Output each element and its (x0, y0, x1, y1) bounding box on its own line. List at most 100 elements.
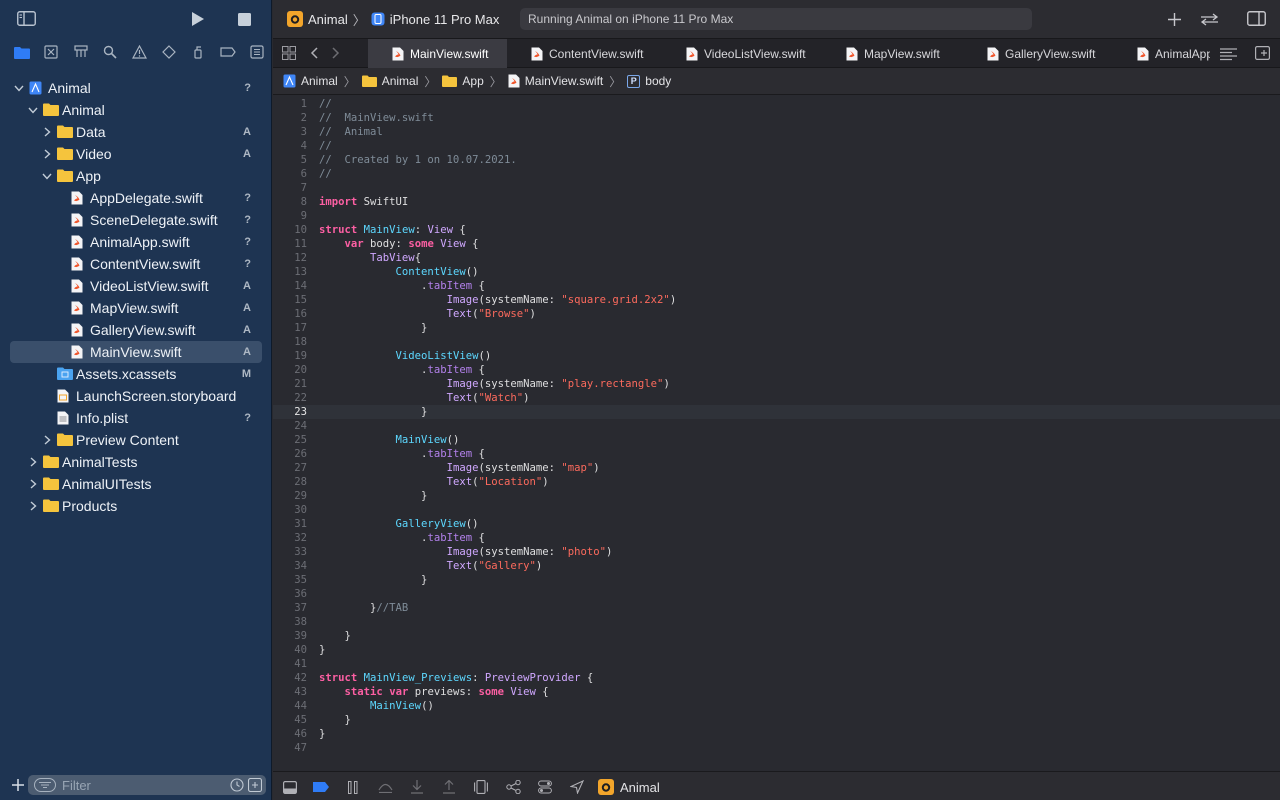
hide-debug-area-icon[interactable] (282, 779, 298, 795)
file-tree-row[interactable]: Data A (0, 121, 272, 143)
add-editor-split-icon[interactable] (1253, 45, 1271, 61)
breadcrumb-file[interactable]: MainView.swift (508, 74, 603, 88)
file-tree-label: Animal (62, 102, 105, 118)
step-out-icon[interactable] (441, 779, 457, 795)
scm-status-badge: ? (244, 82, 251, 94)
code-text: .tabItem { (319, 279, 485, 293)
code-token: import (319, 196, 358, 208)
file-tree-row[interactable]: Preview Content (0, 429, 272, 451)
line-number: 36 (294, 588, 307, 600)
disclosure-chevron-right-icon[interactable] (28, 501, 38, 511)
code-token: Image (446, 546, 479, 558)
add-file-plus-icon[interactable] (10, 777, 26, 793)
breadcrumb-symbol[interactable]: P body (627, 74, 671, 88)
file-tree-row[interactable]: Products (0, 495, 272, 517)
sidebar-toggle-icon[interactable] (16, 10, 36, 26)
debug-process-selector[interactable]: Animal (598, 779, 660, 795)
file-tree-row[interactable]: MapView.swift A (0, 297, 272, 319)
recent-files-clock-icon[interactable] (230, 778, 244, 797)
related-items-grid-icon[interactable] (281, 45, 297, 61)
editor-tab[interactable]: AnimalApp (1113, 39, 1210, 68)
file-tree-row[interactable]: Animal (0, 99, 272, 121)
disclosure-chevron-right-icon[interactable] (42, 435, 52, 445)
folder-icon (57, 125, 73, 139)
editor-tab[interactable]: GalleryView.swift (963, 39, 1113, 68)
filter-input[interactable] (60, 777, 210, 793)
editor-tab[interactable]: ContentView.swift (507, 39, 662, 68)
stop-icon[interactable] (236, 11, 252, 27)
source-control-icon[interactable] (36, 40, 65, 64)
file-tree-row[interactable]: App (0, 165, 272, 187)
test-navigator-diamond-icon[interactable] (154, 40, 183, 64)
breadcrumb-project-label: Animal (301, 74, 338, 88)
source-editor[interactable]: 1 // 2 // MainView.swift 3 // Animal 4 // 5 // Cr… (273, 96, 1280, 770)
disclosure-chevron-down-icon[interactable] (14, 83, 24, 93)
line-number: 20 (294, 364, 307, 376)
file-tree-row[interactable]: AnimalUITests (0, 473, 272, 495)
pause-icon[interactable] (345, 779, 361, 795)
code-token: "map" (561, 462, 594, 474)
inspector-toggle-icon[interactable] (1246, 10, 1266, 26)
code-line: 8 import SwiftUI (273, 195, 1280, 209)
breakpoint-navigator-icon[interactable] (213, 40, 242, 64)
folder-icon (442, 75, 458, 87)
breadcrumb-project[interactable]: Animal (283, 74, 338, 88)
code-token: PreviewProvider (484, 672, 581, 684)
library-plus-icon[interactable] (1166, 11, 1182, 27)
disclosure-chevron-right-icon[interactable] (28, 479, 38, 489)
code-token: Image (446, 462, 479, 474)
project-navigator-folder-icon[interactable] (7, 40, 36, 64)
scheme-name[interactable]: Animal (308, 12, 348, 27)
code-token: // (319, 168, 332, 180)
find-navigator-search-icon[interactable] (95, 40, 124, 64)
report-navigator-icon[interactable] (243, 40, 272, 64)
file-tree-row[interactable]: LaunchScreen.storyboard (0, 385, 272, 407)
file-tree-row[interactable]: Info.plist? (0, 407, 272, 429)
scheme-selector[interactable]: Animal 〉 iPhone 11 Pro Max (287, 9, 499, 29)
editor-options-lines-icon[interactable] (1218, 46, 1238, 62)
code-line: 43 static var previews: some View { (273, 685, 1280, 699)
filter-menu-icon[interactable] (34, 778, 56, 797)
folder-icon (57, 433, 73, 447)
environment-overrides-icon[interactable] (537, 779, 553, 795)
breadcrumb-group[interactable]: Animal (361, 74, 418, 88)
file-tree-row[interactable]: Video A (0, 143, 272, 165)
editor-tab[interactable]: MapView.swift (822, 39, 963, 68)
breakpoints-toggle-icon[interactable] (313, 779, 329, 795)
code-review-arrows-icon[interactable] (1199, 11, 1219, 27)
view-hierarchy-icon[interactable] (473, 779, 489, 795)
disclosure-chevron-right-icon[interactable] (28, 457, 38, 467)
code-text: } (319, 489, 427, 503)
disclosure-chevron-right-icon[interactable] (42, 127, 52, 137)
code-token: struct (319, 672, 358, 684)
disclosure-chevron-right-icon[interactable] (42, 149, 52, 159)
forward-chevron-icon[interactable] (329, 45, 343, 61)
scm-modified-filter-icon[interactable] (247, 777, 263, 797)
breadcrumb-folder[interactable]: App (442, 74, 484, 88)
issue-navigator-warning-icon[interactable] (125, 40, 154, 64)
step-over-icon[interactable] (377, 779, 393, 795)
back-chevron-icon[interactable] (307, 45, 321, 61)
file-tree-row[interactable]: Animal? (0, 77, 272, 99)
debug-navigator-spray-icon[interactable] (184, 40, 213, 64)
run-destination[interactable]: iPhone 11 Pro Max (390, 12, 500, 27)
editor-tab[interactable]: MainView.swift (368, 39, 507, 68)
memory-graph-icon[interactable] (505, 779, 521, 795)
editor-tab[interactable]: VideoListView.swift (662, 39, 822, 68)
file-tree-row[interactable]: AnimalTests (0, 451, 272, 473)
navigator-filter-field[interactable] (28, 775, 266, 795)
step-into-icon[interactable] (409, 779, 425, 795)
disclosure-chevron-down-icon[interactable] (28, 105, 38, 115)
symbol-navigator-icon[interactable] (66, 40, 95, 64)
file-tree-row[interactable]: AnimalApp.swift? (0, 231, 272, 253)
run-icon[interactable] (189, 10, 207, 28)
file-tree-row[interactable]: Assets.xcassets M (0, 363, 272, 385)
file-tree-row[interactable]: MainView.swift A (0, 341, 272, 363)
file-tree-row[interactable]: GalleryView.swift A (0, 319, 272, 341)
file-tree-row[interactable]: SceneDelegate.swift? (0, 209, 272, 231)
disclosure-chevron-down-icon[interactable] (42, 171, 52, 181)
file-tree-row[interactable]: VideoListView.swift A (0, 275, 272, 297)
file-tree-row[interactable]: ContentView.swift? (0, 253, 272, 275)
file-tree-row[interactable]: AppDelegate.swift? (0, 187, 272, 209)
simulate-location-arrow-icon[interactable] (569, 779, 585, 795)
